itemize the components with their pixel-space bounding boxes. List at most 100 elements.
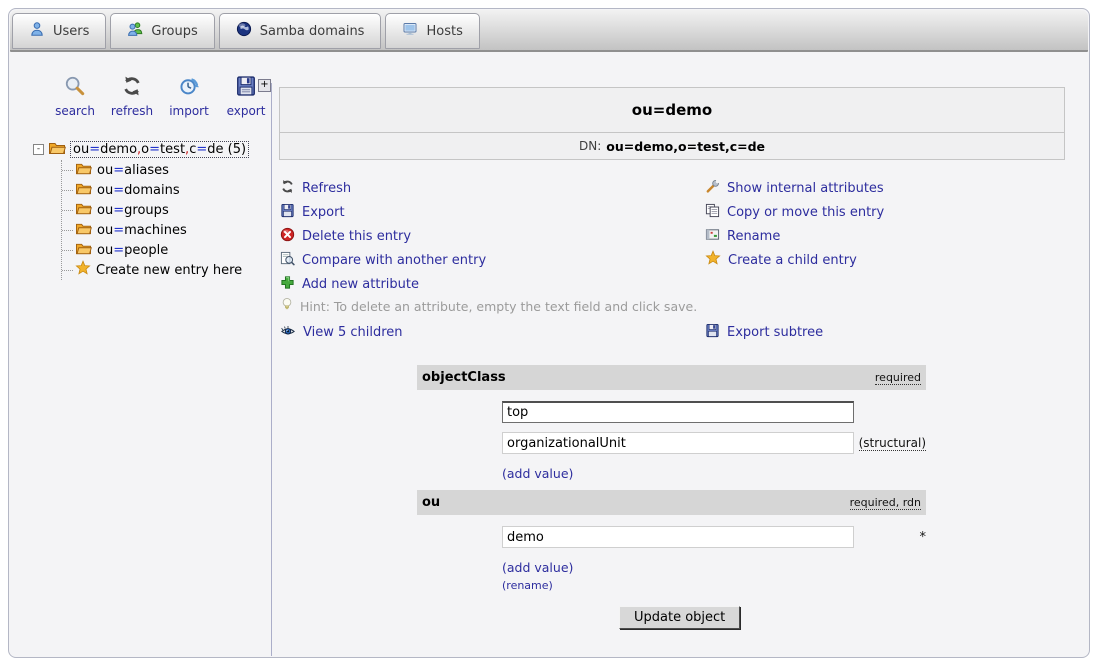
show-internal-attributes-link[interactable]: Show internal attributes (705, 176, 884, 200)
delete-entry-link[interactable]: Delete this entry (280, 224, 486, 248)
export-link-label[interactable]: Export (302, 205, 345, 220)
ou-value-input[interactable] (502, 526, 854, 548)
action-column-right: Show internal attributes Copy or move th… (705, 176, 884, 272)
value-row: (structural) (502, 432, 926, 454)
compare-magnifier-icon (280, 251, 295, 270)
tab-label: Samba domains (260, 24, 365, 39)
eye-icon (280, 323, 296, 342)
rename-label[interactable]: Rename (727, 229, 780, 244)
delete-link-label[interactable]: Delete this entry (302, 229, 411, 244)
tree-node-aliases[interactable]: ou=aliases (62, 160, 249, 180)
export-subtree-label[interactable]: Export subtree (727, 325, 823, 340)
rename-entry-link[interactable]: Rename (705, 224, 884, 248)
floppy-icon (705, 323, 720, 342)
compare-entry-link[interactable]: Compare with another entry (280, 248, 486, 272)
tree-node-label[interactable]: ou=domains (97, 183, 180, 198)
ldap-tree: - ou=demo,o=test,c=de (5) ou=aliases ou=… (33, 139, 249, 280)
ou-rename-link[interactable]: (rename) (502, 579, 553, 592)
tree-root-label[interactable]: ou=demo,o=test,c=de (5) (70, 141, 249, 158)
search-icon (64, 75, 86, 101)
view-children-label[interactable]: View 5 children (303, 325, 403, 340)
search-button[interactable]: search (53, 75, 97, 118)
copy-icon (705, 203, 720, 222)
create-child-label[interactable]: Create a child entry (728, 253, 857, 268)
refresh-link-label[interactable]: Refresh (302, 181, 351, 196)
import-icon (178, 75, 200, 101)
export-entry-link[interactable]: Export (280, 200, 486, 224)
tree-node-machines[interactable]: ou=machines (62, 220, 249, 240)
user-icon (29, 21, 45, 41)
open-folder-icon (48, 140, 66, 160)
objectclass-value-2-input[interactable] (502, 432, 854, 454)
folder-icon (75, 201, 92, 220)
hint-text: Hint: To delete an attribute, empty the … (300, 299, 697, 314)
add-attribute-label[interactable]: Add new attribute (302, 277, 419, 292)
dn-value: ou=demo,o=test,c=de (606, 139, 765, 154)
tab-samba-domains[interactable]: Samba domains (219, 13, 382, 49)
add-value-row: (add value) (502, 466, 926, 481)
objectclass-add-value-link[interactable]: (add value) (502, 466, 573, 481)
folder-icon (75, 241, 92, 260)
folder-icon (75, 161, 92, 180)
attribute-flags[interactable]: required, rdn (850, 496, 921, 510)
attribute-table: objectClass required (structural) (add v… (417, 365, 926, 592)
tab-users[interactable]: Users (12, 13, 106, 49)
tree-node-label[interactable]: ou=aliases (97, 163, 169, 178)
objectclass-value-1-input[interactable] (502, 401, 854, 423)
tree-node-groups[interactable]: ou=groups (62, 200, 249, 220)
sidebar-divider (271, 83, 272, 656)
copy-move-entry-link[interactable]: Copy or move this entry (705, 200, 884, 224)
monitor-icon (402, 21, 418, 41)
compare-link-label[interactable]: Compare with another entry (302, 253, 486, 268)
tab-hosts[interactable]: Hosts (385, 13, 479, 49)
tree-node-label[interactable]: ou=people (97, 243, 168, 258)
sidebar-toolbar: search refresh import export (53, 75, 268, 118)
delete-icon (280, 227, 295, 246)
expand-tree-button[interactable]: + (258, 79, 271, 92)
tree-create-new-entry[interactable]: Create new entry here (62, 260, 249, 280)
dn-label: DN: (579, 139, 601, 153)
show-internal-label[interactable]: Show internal attributes (727, 181, 884, 196)
folder-icon (75, 181, 92, 200)
add-attribute-link[interactable]: Add new attribute (280, 272, 486, 296)
tree-node-label[interactable]: ou=groups (97, 203, 169, 218)
tab-groups[interactable]: Groups (110, 13, 214, 49)
rename-row: (rename) (502, 579, 926, 592)
group-icon (127, 21, 143, 41)
tree-node-people[interactable]: ou=people (62, 240, 249, 260)
floppy-icon (280, 203, 295, 222)
star-icon (705, 250, 721, 270)
tree-root-node[interactable]: - ou=demo,o=test,c=de (5) (33, 139, 249, 160)
structural-note[interactable]: (structural) (859, 436, 926, 451)
export-subtree-link[interactable]: Export subtree (705, 320, 823, 344)
copy-move-label[interactable]: Copy or move this entry (727, 205, 884, 220)
value-row: * (502, 526, 926, 548)
action-column-left: Refresh Export Delete this entry Compare… (280, 176, 486, 296)
tree-node-domains[interactable]: ou=domains (62, 180, 249, 200)
entry-dn-row: DN: ou=demo,o=test,c=de (280, 133, 1064, 159)
tab-label: Users (53, 24, 89, 39)
export-subtree-row: Export subtree (705, 320, 823, 344)
folder-icon (75, 221, 92, 240)
star-icon (75, 260, 91, 280)
update-object-button[interactable]: Update object (619, 606, 740, 629)
value-row (502, 401, 926, 423)
ou-add-value-link[interactable]: (add value) (502, 560, 573, 575)
import-button[interactable]: import (167, 75, 211, 118)
refresh-button[interactable]: refresh (110, 75, 154, 118)
tree-children: ou=aliases ou=domains ou=groups ou=machi… (61, 160, 249, 280)
tree-node-label[interactable]: ou=machines (97, 223, 187, 238)
collapse-icon[interactable]: - (33, 144, 44, 155)
refresh-entry-link[interactable]: Refresh (280, 176, 486, 200)
hint-row: Hint: To delete an attribute, empty the … (280, 297, 697, 315)
attribute-flags[interactable]: required (875, 371, 921, 385)
entry-header: ou=demo DN: ou=demo,o=test,c=de (279, 87, 1065, 160)
view-children-link[interactable]: View 5 children (280, 320, 403, 344)
search-label: search (55, 104, 95, 118)
refresh-label: refresh (111, 104, 153, 118)
create-child-entry-link[interactable]: Create a child entry (705, 248, 884, 272)
attribute-name: objectClass (422, 370, 506, 385)
tree-create-label[interactable]: Create new entry here (96, 263, 242, 278)
refresh-icon (280, 179, 295, 198)
attribute-body-objectclass: (structural) (add value) (417, 401, 926, 481)
